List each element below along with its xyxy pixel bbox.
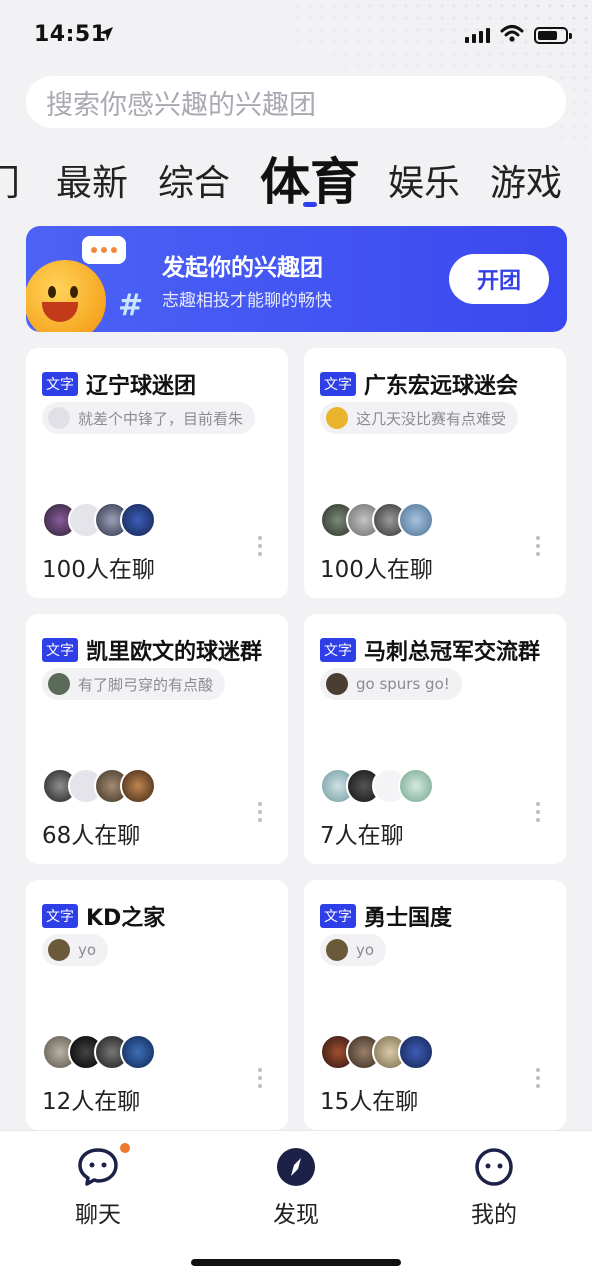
category-tabs: 门 最新 综合 体育 娱乐 游戏	[0, 142, 592, 212]
bottom-navigation: 聊天 发现 我的	[0, 1130, 592, 1280]
nav-profile[interactable]: 我的	[434, 1145, 554, 1229]
tab-partial[interactable]: 门	[0, 154, 20, 206]
avatar	[120, 768, 156, 804]
profile-icon	[475, 1148, 513, 1186]
tab-entertainment[interactable]: 娱乐	[388, 154, 460, 206]
sender-avatar	[326, 939, 348, 961]
group-title: KD之家	[86, 906, 166, 931]
latest-message: yo	[42, 934, 109, 966]
tab-latest[interactable]: 最新	[56, 154, 128, 206]
latest-message: 这几天没比赛有点难受	[320, 402, 519, 434]
more-options-icon[interactable]	[536, 536, 540, 556]
chat-icon	[78, 1148, 118, 1186]
sender-avatar	[48, 939, 70, 961]
sender-avatar	[326, 673, 348, 695]
status-bar: 14:51	[0, 18, 592, 54]
member-avatars	[320, 768, 434, 804]
group-card[interactable]: 文字 广东宏远球迷会 这几天没比赛有点难受 100人在聊	[304, 348, 566, 598]
group-title: 辽宁球迷团	[86, 374, 197, 399]
search-placeholder: 搜索你感兴趣的兴趣团	[46, 89, 316, 121]
wifi-icon	[500, 25, 524, 42]
nav-discover-label: 发现	[273, 1202, 319, 1228]
member-avatars	[42, 1034, 156, 1070]
chat-bubble-icon	[82, 236, 126, 264]
latest-message: 有了脚弓穿的有点酸	[42, 668, 226, 700]
nav-discover[interactable]: 发现	[236, 1145, 356, 1229]
group-card[interactable]: 文字 辽宁球迷团 就差个中锋了，目前看朱 100人在聊	[26, 348, 288, 598]
more-options-icon[interactable]	[258, 536, 262, 556]
nav-profile-label: 我的	[471, 1202, 517, 1228]
notification-badge	[120, 1143, 130, 1153]
group-card[interactable]: 文字 勇士国度 yo 15人在聊	[304, 880, 566, 1130]
hashtag-icon: #	[118, 288, 144, 323]
compass-icon	[277, 1148, 315, 1186]
banner-title: 发起你的兴趣团	[162, 255, 323, 281]
start-group-button[interactable]: 开团	[449, 254, 549, 304]
member-avatars	[320, 1034, 434, 1070]
group-title: 勇士国度	[364, 906, 453, 931]
create-group-banner[interactable]: # 发起你的兴趣团 志趣相投才能聊的畅快 开团	[26, 226, 567, 332]
more-options-icon[interactable]	[536, 802, 540, 822]
more-options-icon[interactable]	[536, 1068, 540, 1088]
group-card[interactable]: 文字 马刺总冠军交流群 go spurs go! 7人在聊	[304, 614, 566, 864]
group-card[interactable]: 文字 凯里欧文的球迷群 有了脚弓穿的有点酸 68人在聊	[26, 614, 288, 864]
sender-avatar	[326, 407, 348, 429]
member-count: 100人在聊	[42, 557, 155, 583]
member-count: 7人在聊	[320, 823, 404, 849]
avatar	[398, 1034, 434, 1070]
latest-message: 就差个中锋了，目前看朱	[42, 402, 256, 434]
member-count: 100人在聊	[320, 557, 433, 583]
more-options-icon[interactable]	[258, 1068, 262, 1088]
tab-games[interactable]: 游戏	[490, 154, 562, 206]
text-tag: 文字	[320, 638, 356, 662]
active-tab-indicator	[303, 202, 317, 207]
cellular-signal-icon	[465, 28, 490, 43]
avatar	[120, 502, 156, 538]
text-tag: 文字	[42, 904, 78, 928]
home-indicator[interactable]	[191, 1259, 401, 1266]
text-tag: 文字	[42, 372, 78, 396]
sender-avatar	[48, 407, 70, 429]
avatar	[398, 768, 434, 804]
group-title: 马刺总冠军交流群	[364, 640, 541, 665]
group-title: 凯里欧文的球迷群	[86, 640, 263, 665]
group-title: 广东宏远球迷会	[364, 374, 519, 399]
member-count: 12人在聊	[42, 1089, 141, 1115]
location-arrow-icon	[99, 27, 113, 41]
member-avatars	[42, 768, 156, 804]
text-tag: 文字	[320, 904, 356, 928]
smiley-face-icon	[26, 260, 106, 332]
member-count: 15人在聊	[320, 1089, 419, 1115]
more-options-icon[interactable]	[258, 802, 262, 822]
search-input[interactable]: 搜索你感兴趣的兴趣团	[26, 76, 566, 128]
nav-chat-label: 聊天	[75, 1202, 121, 1228]
latest-message: yo	[320, 934, 387, 966]
member-avatars	[320, 502, 434, 538]
latest-message: go spurs go!	[320, 668, 462, 700]
avatar	[398, 502, 434, 538]
nav-chat[interactable]: 聊天	[38, 1143, 158, 1229]
text-tag: 文字	[320, 372, 356, 396]
group-card[interactable]: 文字 KD之家 yo 12人在聊	[26, 880, 288, 1130]
member-avatars	[42, 502, 156, 538]
member-count: 68人在聊	[42, 823, 141, 849]
text-tag: 文字	[42, 638, 78, 662]
tab-general[interactable]: 综合	[158, 154, 230, 206]
battery-icon	[534, 27, 572, 44]
status-time: 14:51	[34, 22, 107, 47]
avatar	[120, 1034, 156, 1070]
sender-avatar	[48, 673, 70, 695]
banner-subtitle: 志趣相投才能聊的畅快	[162, 291, 332, 311]
